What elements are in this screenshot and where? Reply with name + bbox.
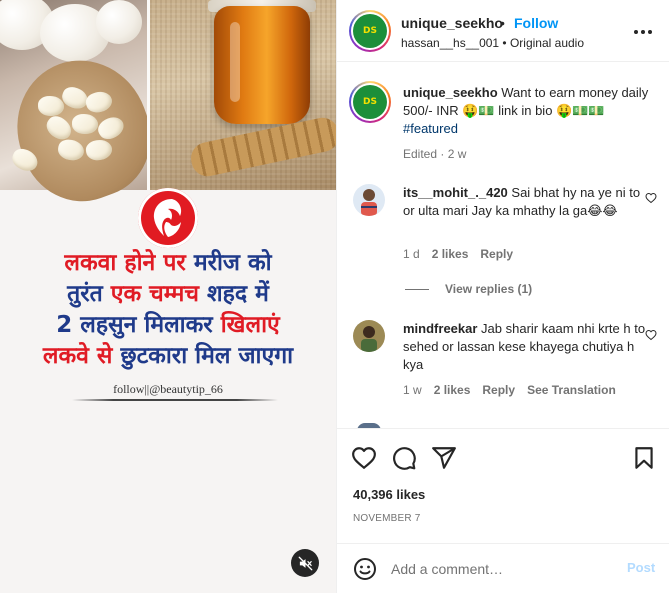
comment-meta: 1 d 2 likes Reply <box>403 247 513 261</box>
comment-username[interactable]: its__mohit_._420 <box>403 185 508 200</box>
post-hindi-text: लकवा होने पर मरीज को तुरंत एक चम्मच शहद … <box>0 248 336 372</box>
hindi-line: लकवे से छुटकारा मिल जाएगा <box>42 343 294 369</box>
comment-input[interactable] <box>391 558 611 580</box>
heart-icon[interactable] <box>351 445 377 471</box>
comment-username[interactable]: mindfreekar <box>403 321 477 336</box>
comment-text: mindfreekar Jab sharir kaam nhi krte h t… <box>403 320 653 374</box>
caption-text: unique_seekho Want to earn money daily 5… <box>403 84 653 138</box>
author-avatar[interactable]: DS <box>349 10 391 52</box>
follow-button[interactable]: Follow <box>514 15 558 31</box>
brand-logo <box>138 188 198 248</box>
comment-likes[interactable]: 2 likes <box>432 247 469 261</box>
share-icon[interactable] <box>431 445 457 471</box>
emoji-icon[interactable] <box>353 557 377 581</box>
add-comment-bar: Post <box>337 543 669 593</box>
comment-like-icon[interactable] <box>645 192 657 204</box>
post-side-panel: DS unique_seekho • Follow hassan__hs__00… <box>336 0 669 593</box>
comments-list[interactable]: DS unique_seekho Want to earn money dail… <box>337 63 669 428</box>
honey-jar-photo <box>150 0 336 190</box>
hindi-line: लकवा होने पर मरीज को <box>64 250 272 276</box>
comment-time: 1 w <box>403 383 422 397</box>
more-options-button[interactable] <box>631 22 655 42</box>
likes-count[interactable]: 40,396 likes <box>353 487 425 502</box>
reply-button[interactable]: Reply <box>480 247 513 261</box>
garlic-photo <box>0 0 169 219</box>
post-date: NOVEMBER 7 <box>353 513 421 524</box>
post-header: DS unique_seekho • Follow hassan__hs__00… <box>337 0 669 62</box>
comment-text: its__mohit_._420 Sai bhat hy na ye ni to… <box>403 184 653 220</box>
post-comment-button[interactable]: Post <box>627 560 655 575</box>
view-replies-button[interactable]: View replies (1) <box>397 282 532 296</box>
caption-hashtag[interactable]: #featured <box>403 121 458 136</box>
comment-time: 1 d <box>403 247 420 261</box>
audio-subtitle[interactable]: hassan__hs__001 • Original audio <box>401 36 584 50</box>
caption-meta: Edited · 2 w <box>403 147 467 161</box>
comment-meta: 1 w 2 likes Reply See Translation <box>403 383 616 397</box>
more-icon <box>634 30 638 34</box>
mute-button[interactable] <box>291 549 319 577</box>
header-separator: • <box>500 15 505 31</box>
comment-icon[interactable] <box>391 445 417 471</box>
author-username[interactable]: unique_seekho <box>401 15 503 31</box>
mute-icon <box>298 556 312 570</box>
reply-button[interactable]: Reply <box>482 383 515 397</box>
bookmark-icon[interactable] <box>631 445 657 471</box>
caption-avatar[interactable]: DS <box>349 81 391 123</box>
media-credit: follow||@beautytip_66 <box>113 382 223 396</box>
hindi-line: तुरंत एक चम्मच शहद में <box>67 281 269 307</box>
commenter-avatar[interactable] <box>353 184 385 216</box>
commenter-avatar[interactable] <box>353 320 385 352</box>
hindi-line: 2 लहसुन मिलाकर खिलाएं <box>56 312 280 338</box>
comment-like-icon[interactable] <box>645 329 657 341</box>
post-media[interactable]: लकवा होने पर मरीज को तुरंत एक चम्मच शहद … <box>0 0 336 593</box>
comment-likes[interactable]: 2 likes <box>434 383 471 397</box>
see-translation-button[interactable]: See Translation <box>527 383 616 397</box>
post-actions: 40,396 likes NOVEMBER 7 <box>337 428 669 543</box>
caption-username[interactable]: unique_seekho <box>403 85 498 100</box>
credit-divider <box>72 399 278 401</box>
